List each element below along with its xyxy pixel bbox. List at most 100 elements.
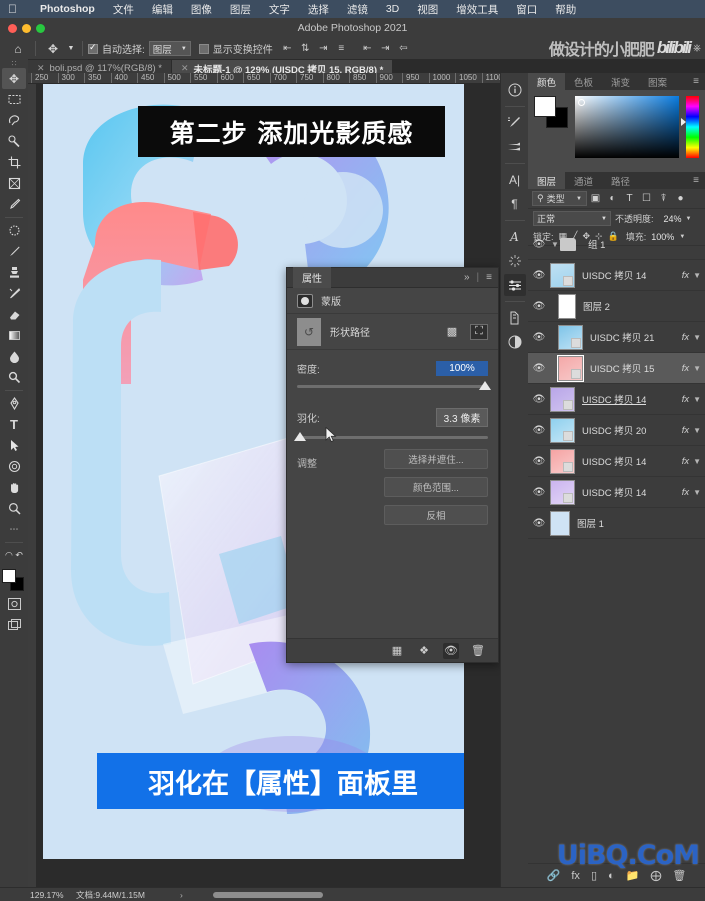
- filter-shape-icon[interactable]: ☐: [638, 191, 655, 207]
- panel-menu-icon[interactable]: ≡: [486, 272, 492, 283]
- vector-mask-thumbnail[interactable]: ↺: [297, 317, 321, 346]
- table-row[interactable]: 👁 UISDC 拷贝 20 fx ▼: [528, 415, 705, 446]
- auto-select-checkbox[interactable]: [88, 42, 98, 54]
- chevron-down-icon[interactable]: ▼: [693, 271, 701, 280]
- menu-edit[interactable]: 编辑: [143, 2, 182, 17]
- chevron-down-icon[interactable]: ▼: [550, 240, 560, 249]
- select-mask-icon[interactable]: ▩: [443, 324, 461, 340]
- tab-layers[interactable]: 图层: [528, 172, 566, 189]
- layer-style-icon[interactable]: fx: [571, 870, 580, 882]
- table-row[interactable]: 👁 图层 1: [528, 508, 705, 539]
- history-panel-icon[interactable]: [504, 307, 526, 329]
- toggle-mask-icon[interactable]: 👁: [443, 642, 459, 659]
- color-picker-handle[interactable]: [578, 99, 585, 106]
- pen-tool[interactable]: [2, 393, 26, 414]
- layer-thumbnail[interactable]: [550, 262, 575, 288]
- color-panel[interactable]: [528, 90, 705, 172]
- layer-thumbnail[interactable]: [550, 386, 575, 412]
- filter-toggle-icon[interactable]: ●: [672, 191, 689, 207]
- menu-plugins[interactable]: 增效工具: [447, 2, 507, 17]
- path-selection-tool[interactable]: [2, 435, 26, 456]
- zoom-tool[interactable]: [2, 498, 26, 519]
- align-left-icon[interactable]: ⇤: [279, 40, 296, 57]
- tab-channels[interactable]: 通道: [565, 172, 602, 189]
- info-panel-icon[interactable]: [504, 79, 526, 101]
- menu-image[interactable]: 图像: [182, 2, 221, 17]
- crop-tool[interactable]: [2, 152, 26, 173]
- color-swatches[interactable]: [2, 569, 26, 593]
- filter-type-icon[interactable]: T: [621, 191, 638, 207]
- move-tool[interactable]: ✥: [2, 68, 26, 89]
- visibility-icon[interactable]: 👁: [528, 363, 550, 374]
- mask-thumbnail[interactable]: [563, 492, 573, 503]
- glyphs-panel-icon[interactable]: A: [504, 226, 526, 248]
- adjustments-panel-icon[interactable]: [503, 274, 526, 296]
- feather-slider[interactable]: [294, 432, 488, 441]
- table-row[interactable]: 👁 UISDC 拷贝 14 fx ▼: [528, 446, 705, 477]
- tab-properties[interactable]: 属性: [293, 267, 331, 288]
- apple-logo-icon[interactable]: : [8, 3, 17, 15]
- foreground-color-swatch[interactable]: [2, 569, 16, 583]
- density-slider[interactable]: [297, 381, 491, 390]
- chevron-down-icon[interactable]: ▼: [686, 216, 692, 222]
- color-range-button[interactable]: 颜色范围...: [384, 477, 488, 497]
- density-control[interactable]: 密度: 100%: [287, 350, 498, 390]
- menu-type[interactable]: 文字: [260, 2, 299, 17]
- menu-3d[interactable]: 3D: [377, 3, 408, 15]
- chevron-down-icon[interactable]: ▼: [693, 488, 701, 497]
- properties-panel[interactable]: 属性 » | ≡ 蒙版 ↺ 形状路径 ▩ ⛶ 密度: 100% 羽化: 3.3 …: [286, 267, 499, 663]
- foreground-color-swatch[interactable]: [534, 96, 556, 117]
- distribute-h-icon[interactable]: ≡: [333, 40, 350, 57]
- layer-effects-icon[interactable]: fx: [682, 487, 689, 498]
- gradient-tool[interactable]: [2, 325, 26, 346]
- menu-help[interactable]: 帮助: [546, 2, 585, 17]
- menu-file[interactable]: 文件: [104, 2, 143, 17]
- type-tool[interactable]: T: [2, 414, 26, 435]
- brush-settings-icon[interactable]: [504, 112, 526, 134]
- libraries-panel-icon[interactable]: [504, 250, 526, 272]
- panel-menu-icon[interactable]: ≡: [687, 172, 705, 189]
- default-colors-icon[interactable]: ◠ ↶: [2, 545, 26, 566]
- eraser-tool[interactable]: [2, 304, 26, 325]
- table-row[interactable]: 👁 UISDC 拷贝 14 fx ▼: [528, 384, 705, 415]
- align-bottom-icon[interactable]: ⇦: [395, 40, 412, 57]
- hand-tool[interactable]: [2, 477, 26, 498]
- panel-menu-icon[interactable]: ≡: [687, 73, 705, 90]
- layer-thumbnail[interactable]: [550, 417, 575, 443]
- visibility-icon[interactable]: 👁: [528, 425, 550, 436]
- mask-thumbnail[interactable]: [563, 399, 573, 410]
- visibility-icon[interactable]: 👁: [528, 456, 550, 467]
- table-row[interactable]: 👁 UISDC 拷贝 14 fx ▼: [528, 260, 705, 291]
- quick-mask-icon[interactable]: [2, 593, 26, 614]
- tab-swatches[interactable]: 色板: [565, 73, 602, 90]
- layer-thumbnail[interactable]: [550, 479, 575, 505]
- show-transform-checkbox[interactable]: [198, 43, 209, 54]
- load-selection-icon[interactable]: ▦: [389, 643, 405, 659]
- character-panel-icon[interactable]: A|: [504, 169, 526, 191]
- tab-color[interactable]: 颜色: [528, 73, 566, 90]
- lasso-tool[interactable]: [2, 110, 26, 131]
- tab-gradients[interactable]: 渐变: [602, 73, 639, 90]
- adjustment-layer-icon[interactable]: ◐: [608, 870, 615, 882]
- marquee-tool[interactable]: [2, 89, 26, 110]
- paragraph-panel-icon[interactable]: ¶: [504, 193, 526, 215]
- layer-row-group[interactable]: 👁 ▼ 组 1: [528, 229, 705, 260]
- layer-effects-icon[interactable]: fx: [682, 363, 689, 374]
- mask-thumbnail[interactable]: [571, 368, 581, 379]
- auto-select-dropdown[interactable]: 图层 ▼: [148, 41, 191, 56]
- table-row-selected[interactable]: 👁 UISDC 拷贝 15 fx ▼: [528, 353, 705, 384]
- horizontal-scrollbar[interactable]: [212, 891, 323, 898]
- history-brush-tool[interactable]: [2, 283, 26, 304]
- share-icon[interactable]: ⎈: [693, 43, 701, 54]
- align-center-h-icon[interactable]: ⇅: [297, 40, 314, 57]
- tab-patterns[interactable]: 图案: [639, 73, 676, 90]
- layer-effects-icon[interactable]: fx: [682, 332, 689, 343]
- chevron-down-icon[interactable]: ▼: [693, 395, 701, 404]
- filter-pixel-icon[interactable]: ▣: [587, 191, 604, 207]
- menu-window[interactable]: 窗口: [507, 2, 546, 17]
- blur-tool[interactable]: [2, 346, 26, 367]
- menu-view[interactable]: 视图: [408, 2, 447, 17]
- more-tools-icon[interactable]: ⋯: [2, 519, 26, 540]
- visibility-icon[interactable]: 👁: [528, 487, 550, 498]
- apply-mask-icon[interactable]: ❖: [416, 643, 432, 659]
